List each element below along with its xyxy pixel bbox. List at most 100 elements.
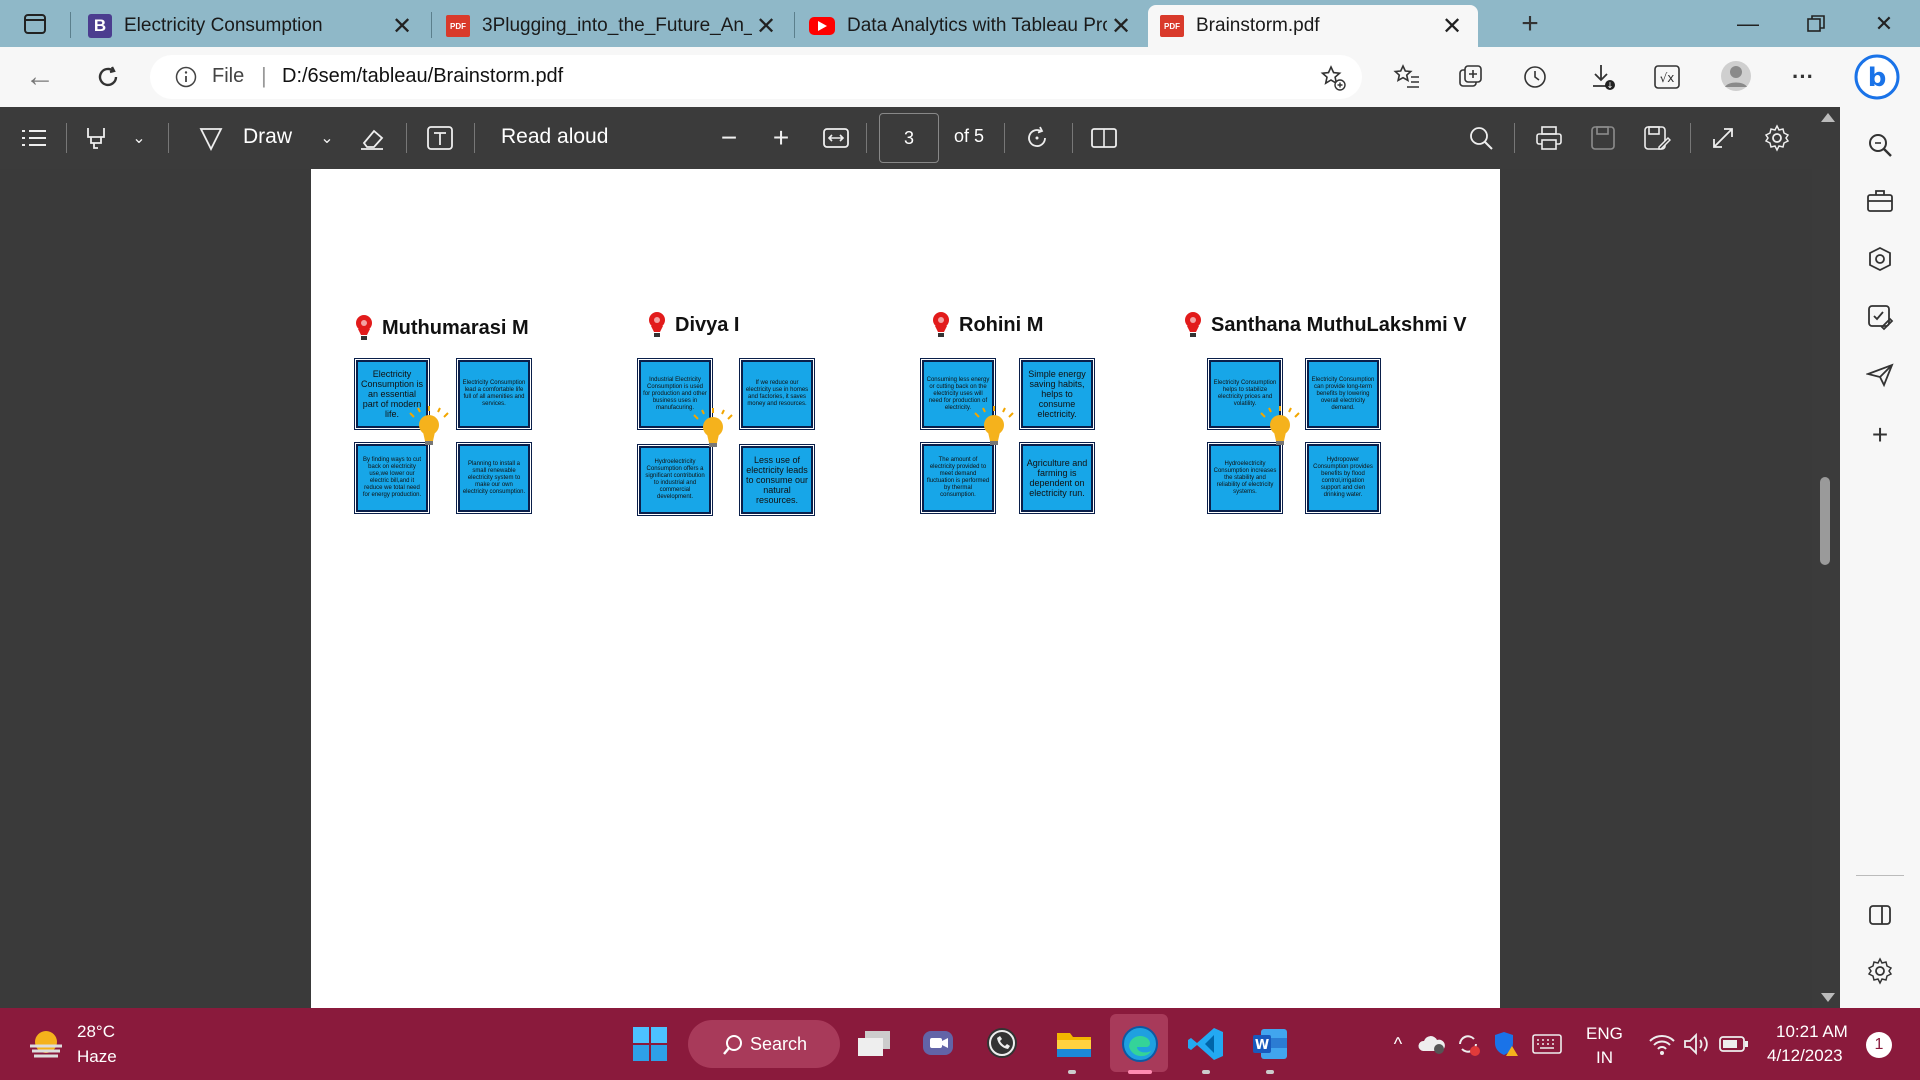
save-icon[interactable] bbox=[1586, 121, 1620, 155]
sync-icon[interactable] bbox=[1452, 1028, 1484, 1060]
vscode-icon[interactable] bbox=[1184, 1022, 1228, 1066]
clock-time[interactable]: 10:21 AM bbox=[1776, 1022, 1848, 1042]
close-tab-icon[interactable]: ✕ bbox=[752, 12, 780, 41]
sidebar-settings-icon[interactable] bbox=[1862, 953, 1898, 989]
svg-text:b: b bbox=[1868, 63, 1887, 93]
math-solver-icon[interactable]: √x bbox=[1650, 60, 1684, 94]
lightbulb-pin-icon bbox=[649, 312, 665, 337]
tab-actions-icon[interactable] bbox=[22, 11, 48, 37]
tools-icon[interactable] bbox=[1862, 183, 1898, 219]
volume-icon[interactable] bbox=[1682, 1028, 1714, 1060]
edge-browser-icon[interactable] bbox=[1118, 1022, 1162, 1066]
search-icon[interactable] bbox=[1464, 121, 1498, 155]
tasks-icon[interactable] bbox=[1862, 299, 1898, 335]
office-icon[interactable] bbox=[1862, 241, 1898, 277]
erase-icon[interactable] bbox=[356, 121, 388, 155]
url-text[interactable]: D:/6sem/tableau/Brainstorm.pdf bbox=[282, 65, 563, 88]
bing-copilot-icon[interactable]: b bbox=[1852, 52, 1902, 102]
lightbulb-icon bbox=[1260, 406, 1300, 445]
refresh-icon[interactable] bbox=[90, 60, 126, 94]
security-warning-icon[interactable] bbox=[1490, 1028, 1522, 1060]
team-member-3: Rohini M bbox=[931, 311, 1043, 339]
back-icon[interactable]: ← bbox=[22, 60, 58, 93]
fullscreen-icon[interactable] bbox=[1706, 121, 1740, 155]
add-sidebar-app-icon[interactable]: + bbox=[1862, 417, 1898, 453]
weather-temp[interactable]: 28°C bbox=[77, 1022, 115, 1042]
tab-electricity-consumption[interactable]: B Electricity Consumption ✕ bbox=[76, 5, 428, 47]
contents-icon[interactable] bbox=[18, 123, 50, 153]
keyboard-icon[interactable] bbox=[1530, 1028, 1564, 1060]
show-hidden-icons-icon[interactable]: ^ bbox=[1386, 1030, 1410, 1058]
whatsapp-icon[interactable] bbox=[982, 1024, 1022, 1064]
close-tab-icon[interactable]: ✕ bbox=[388, 12, 416, 41]
onedrive-icon[interactable] bbox=[1416, 1028, 1448, 1060]
tableau-favicon-icon: B bbox=[88, 14, 112, 38]
restore-icon[interactable] bbox=[1788, 0, 1844, 47]
highlight-dropdown-icon[interactable]: ⌄ bbox=[128, 123, 150, 153]
close-tab-icon[interactable]: ✕ bbox=[1438, 12, 1466, 41]
draw-icon[interactable] bbox=[196, 121, 226, 155]
zoom-in-icon[interactable]: + bbox=[766, 121, 796, 155]
print-icon[interactable] bbox=[1532, 121, 1566, 155]
weather-desc[interactable]: Haze bbox=[77, 1047, 117, 1067]
tab-title: Brainstorm.pdf bbox=[1196, 15, 1320, 36]
send-icon[interactable] bbox=[1862, 357, 1898, 393]
running-indicator bbox=[1202, 1070, 1210, 1074]
history-icon[interactable] bbox=[1518, 60, 1552, 94]
fit-to-width-icon[interactable] bbox=[820, 121, 852, 155]
settings-icon[interactable] bbox=[1760, 121, 1794, 155]
tab-brainstorm-pdf[interactable]: PDF Brainstorm.pdf ✕ bbox=[1148, 5, 1478, 47]
word-icon[interactable]: W bbox=[1248, 1022, 1292, 1066]
start-icon[interactable] bbox=[630, 1024, 670, 1064]
lightbulb-icon bbox=[409, 406, 449, 445]
teams-chat-icon[interactable] bbox=[918, 1024, 958, 1064]
tab-plugging-into-future[interactable]: PDF 3Plugging_into_the_Future_An_E ✕ bbox=[434, 5, 792, 47]
draw-label[interactable]: Draw bbox=[243, 125, 292, 149]
save-as-icon[interactable] bbox=[1640, 121, 1674, 155]
lightbulb-icon bbox=[693, 408, 733, 447]
favorites-icon[interactable] bbox=[1390, 60, 1424, 94]
file-explorer-icon[interactable] bbox=[1052, 1022, 1096, 1066]
close-window-icon[interactable]: ✕ bbox=[1856, 0, 1912, 47]
add-text-icon[interactable] bbox=[424, 121, 456, 155]
page-view-icon[interactable] bbox=[1088, 121, 1120, 155]
scrollbar-thumb[interactable] bbox=[1820, 477, 1830, 565]
battery-icon[interactable] bbox=[1718, 1028, 1750, 1060]
vertical-scrollbar[interactable] bbox=[1812, 107, 1840, 1008]
scroll-down-arrow-icon[interactable] bbox=[1821, 993, 1835, 1002]
taskbar-search[interactable]: Search bbox=[688, 1020, 840, 1068]
wifi-icon[interactable] bbox=[1646, 1028, 1678, 1060]
taskbar: 28°C Haze Search W ^ ENG IN 10:21 AM 4/1… bbox=[0, 1008, 1920, 1080]
collections-icon[interactable] bbox=[1454, 60, 1488, 94]
scroll-up-arrow-icon[interactable] bbox=[1821, 113, 1835, 122]
close-tab-icon[interactable]: ✕ bbox=[1107, 12, 1135, 41]
highlight-icon[interactable] bbox=[80, 121, 112, 155]
more-menu-icon[interactable]: ··· bbox=[1786, 60, 1820, 94]
tab-data-analytics-youtube[interactable]: Data Analytics with Tableau Proje ✕ bbox=[797, 5, 1147, 47]
hide-sidebar-icon[interactable] bbox=[1862, 897, 1898, 933]
zoom-out-icon[interactable]: − bbox=[714, 121, 744, 155]
draw-dropdown-icon[interactable]: ⌄ bbox=[316, 123, 338, 153]
language-top[interactable]: ENG bbox=[1586, 1024, 1623, 1044]
tab-strip: B Electricity Consumption ✕ PDF 3Pluggin… bbox=[0, 0, 1920, 47]
add-favorite-icon[interactable] bbox=[1318, 63, 1348, 93]
address-bar[interactable]: File | D:/6sem/tableau/Brainstorm.pdf bbox=[150, 55, 1362, 99]
weather-haze-icon[interactable] bbox=[24, 1022, 68, 1066]
idea-note: Electricity Consumption can provide long… bbox=[1305, 358, 1381, 430]
notification-badge[interactable]: 1 bbox=[1866, 1032, 1892, 1058]
pdf-favicon-icon: PDF bbox=[1160, 15, 1184, 37]
member-name: Muthumarasi M bbox=[382, 316, 529, 339]
clock-date[interactable]: 4/12/2023 bbox=[1767, 1046, 1843, 1066]
minimize-icon[interactable]: — bbox=[1720, 0, 1776, 47]
info-icon[interactable] bbox=[174, 65, 198, 89]
member-name: Rohini M bbox=[959, 313, 1044, 336]
language-bottom[interactable]: IN bbox=[1596, 1048, 1613, 1068]
downloads-icon[interactable]: ↓ bbox=[1586, 60, 1620, 94]
rotate-icon[interactable] bbox=[1022, 121, 1054, 155]
new-tab-icon[interactable]: + bbox=[1514, 7, 1546, 40]
read-aloud-button[interactable]: Read aloud bbox=[501, 125, 608, 149]
task-view-icon[interactable] bbox=[854, 1024, 894, 1064]
profile-avatar[interactable] bbox=[1718, 58, 1754, 94]
sidebar-search-icon[interactable] bbox=[1862, 127, 1898, 163]
page-number-input[interactable]: 3 bbox=[879, 113, 939, 163]
